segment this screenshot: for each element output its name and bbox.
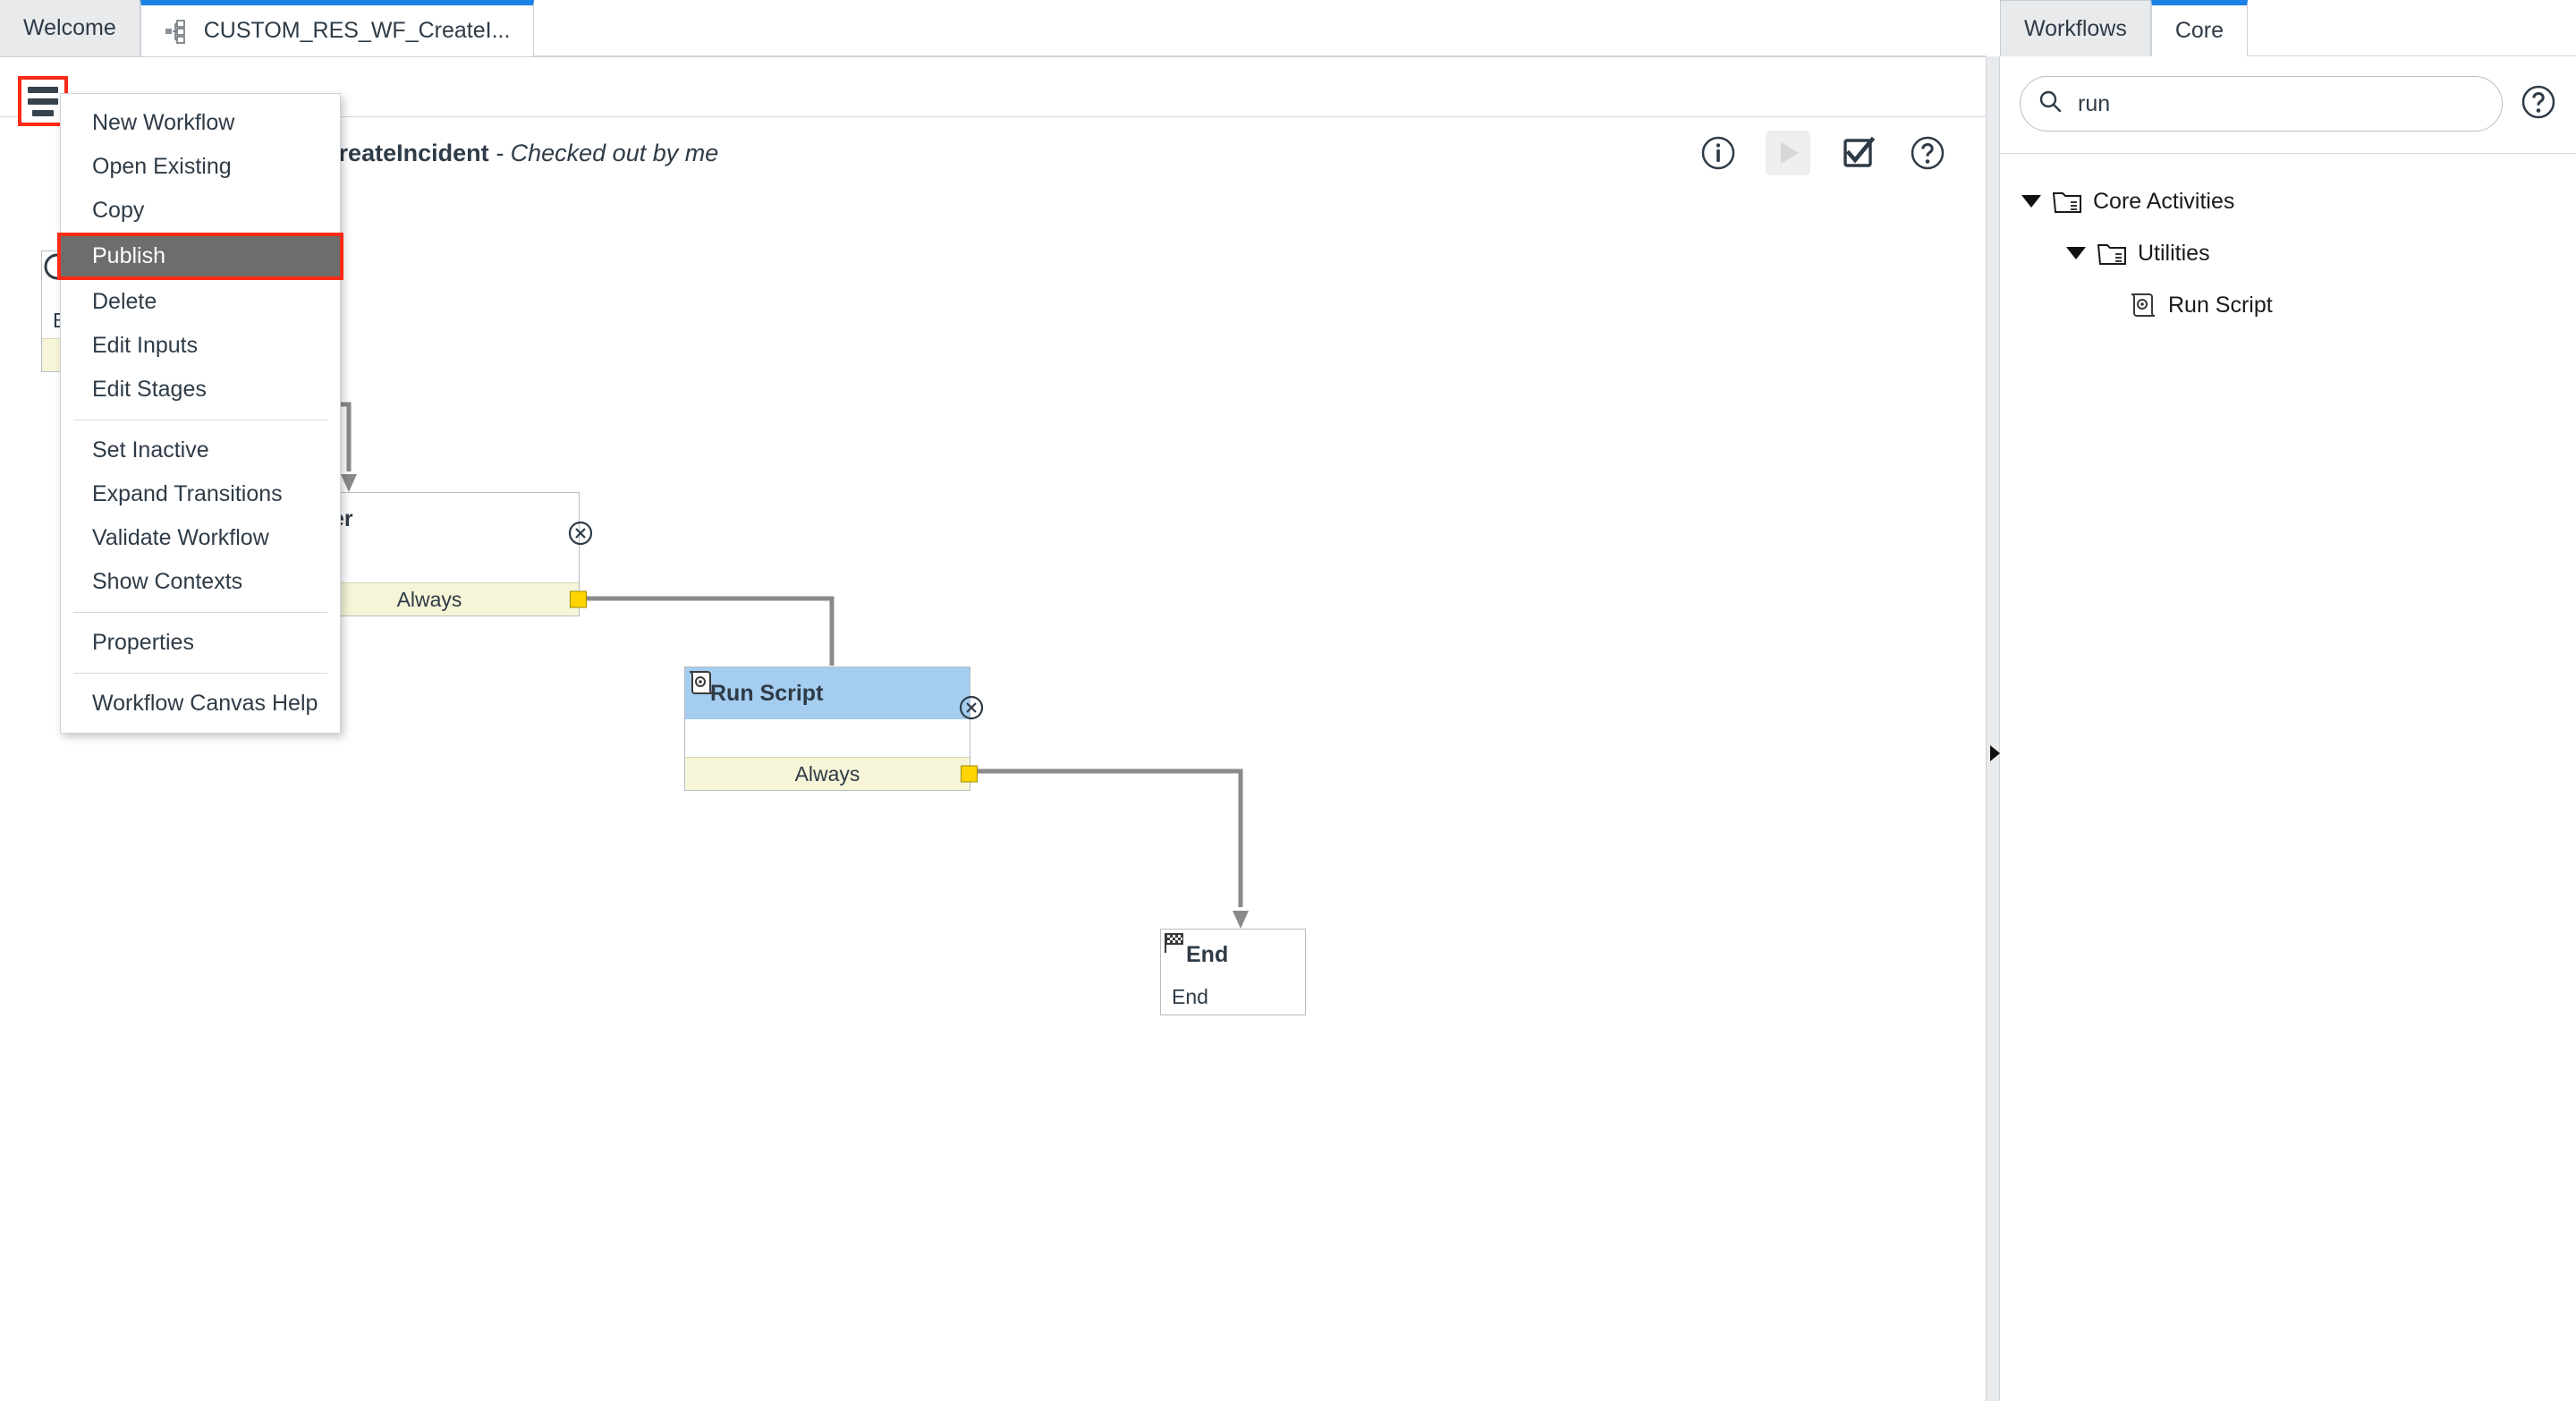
palette-search-row xyxy=(2000,56,2576,154)
palette-tab-filler xyxy=(2248,0,2576,56)
node-end-subtitle: End xyxy=(1161,980,1305,1015)
tab-core[interactable]: Core xyxy=(2150,0,2249,56)
tree-item-run-script[interactable]: Run Script xyxy=(2000,279,2576,331)
search-icon xyxy=(2037,89,2063,120)
help-circle-icon[interactable] xyxy=(1905,131,1950,175)
node-run-script-body xyxy=(685,719,970,757)
tab-workflow-editor-label: CUSTOM_RES_WF_CreateI... xyxy=(203,18,511,43)
menu-item-label: Workflow Canvas Help xyxy=(92,691,318,716)
menu-item-label: Validate Workflow xyxy=(92,525,269,550)
menu-item-validate-workflow[interactable]: Validate Workflow xyxy=(61,516,340,560)
hamburger-icon xyxy=(32,109,54,116)
tree-item-label: Run Script xyxy=(2168,292,2273,318)
canvas-node-end[interactable]: End End xyxy=(1160,929,1306,1015)
canvas-node-run-script[interactable]: Run Script Always xyxy=(684,667,984,791)
menu-separator xyxy=(73,673,327,674)
help-circle-icon[interactable] xyxy=(2519,82,2558,126)
workflow-icon xyxy=(165,19,190,44)
tree-item-label: Core Activities xyxy=(2093,188,2235,214)
collapse-panel-arrow-icon[interactable] xyxy=(1990,745,2000,761)
tree-item-label: Utilities xyxy=(2138,240,2210,266)
menu-item-label: Open Existing xyxy=(92,154,232,179)
menu-item-show-contexts[interactable]: Show Contexts xyxy=(61,560,340,604)
menu-item-expand-transitions[interactable]: Expand Transitions xyxy=(61,472,340,516)
menu-item-label: Edit Inputs xyxy=(92,333,199,358)
menu-item-properties[interactable]: Properties xyxy=(61,621,340,665)
menu-item-edit-stages[interactable]: Edit Stages xyxy=(61,368,340,412)
menu-item-label: Properties xyxy=(92,630,194,655)
checkbox-check-icon[interactable] xyxy=(1835,131,1880,175)
panel-splitter[interactable] xyxy=(1986,56,2000,1401)
activity-palette-pane: Workflows Core run Core Activities Utili… xyxy=(2000,0,2576,1401)
node-end-header: End xyxy=(1161,930,1305,980)
menu-item-open-existing[interactable]: Open Existing xyxy=(61,145,340,189)
node-run-script-header: Run Script xyxy=(685,667,984,720)
tab-core-label: Core xyxy=(2174,18,2224,43)
checkout-status: - Checked out by me xyxy=(496,140,719,166)
menu-item-label: New Workflow xyxy=(92,110,235,135)
node-run-script-transition[interactable]: Always xyxy=(685,757,978,790)
chevron-down-icon[interactable] xyxy=(2021,195,2041,208)
activity-tree: Core Activities Utilities Run Script xyxy=(2000,154,2576,331)
menu-item-label: Edit Stages xyxy=(92,377,207,402)
search-input[interactable] xyxy=(2076,89,2486,118)
workflow-menu-dropdown[interactable]: New Workflow Open Existing Copy Publish … xyxy=(57,93,343,734)
folder-icon xyxy=(2097,240,2127,267)
hamburger-icon xyxy=(28,86,58,93)
menu-item-workflow-canvas-help[interactable]: Workflow Canvas Help xyxy=(61,682,340,726)
node-run-script-transition-label: Always xyxy=(794,761,860,785)
menu-item-copy[interactable]: Copy xyxy=(61,189,340,233)
play-icon[interactable] xyxy=(1766,131,1810,175)
tab-workflows[interactable]: Workflows xyxy=(2000,0,2151,56)
menu-item-label: Copy xyxy=(92,198,145,223)
hamburger-icon xyxy=(28,98,58,105)
search-box[interactable] xyxy=(2020,76,2503,132)
workflow-editor-pane: B Timer Always xyxy=(0,56,1986,1401)
menu-item-label: Show Contexts xyxy=(92,569,243,594)
menu-item-publish[interactable]: Publish xyxy=(57,233,343,280)
transition-port-handle[interactable] xyxy=(570,590,587,608)
script-icon xyxy=(2127,290,2157,320)
menu-item-label: Publish xyxy=(92,243,165,268)
transition-port-handle[interactable] xyxy=(961,765,978,783)
editor-toolbar xyxy=(1696,131,1950,175)
main-tab-bar: Welcome CUSTOM_RES_WF_CreateI... xyxy=(0,0,1986,56)
tab-workflow-editor[interactable]: CUSTOM_RES_WF_CreateI... xyxy=(140,0,535,56)
tree-item-core-activities[interactable]: Core Activities xyxy=(2000,175,2576,227)
node-end-title: End xyxy=(1186,941,1229,967)
menu-item-label: Expand Transitions xyxy=(92,481,283,506)
palette-tab-bar: Workflows Core xyxy=(2000,0,2576,56)
tab-bar-filler xyxy=(534,0,1986,56)
menu-item-set-inactive[interactable]: Set Inactive xyxy=(61,429,340,472)
node-run-script-title: Run Script xyxy=(710,680,824,706)
folder-icon xyxy=(2052,188,2082,215)
tab-welcome[interactable]: Welcome xyxy=(0,0,140,56)
tab-workflows-label: Workflows xyxy=(2024,15,2127,41)
tree-item-utilities[interactable]: Utilities xyxy=(2000,227,2576,279)
menu-item-label: Delete xyxy=(92,289,157,314)
menu-item-edit-inputs[interactable]: Edit Inputs xyxy=(61,324,340,368)
chevron-down-icon[interactable] xyxy=(2066,247,2086,259)
menu-item-delete[interactable]: Delete xyxy=(61,280,340,324)
menu-separator xyxy=(73,612,327,613)
node-timer-transition-label: Always xyxy=(396,587,462,611)
info-icon[interactable] xyxy=(1696,131,1741,175)
menu-item-label: Set Inactive xyxy=(92,437,209,463)
menu-item-new-workflow[interactable]: New Workflow xyxy=(61,101,340,145)
tab-welcome-label: Welcome xyxy=(23,15,116,40)
